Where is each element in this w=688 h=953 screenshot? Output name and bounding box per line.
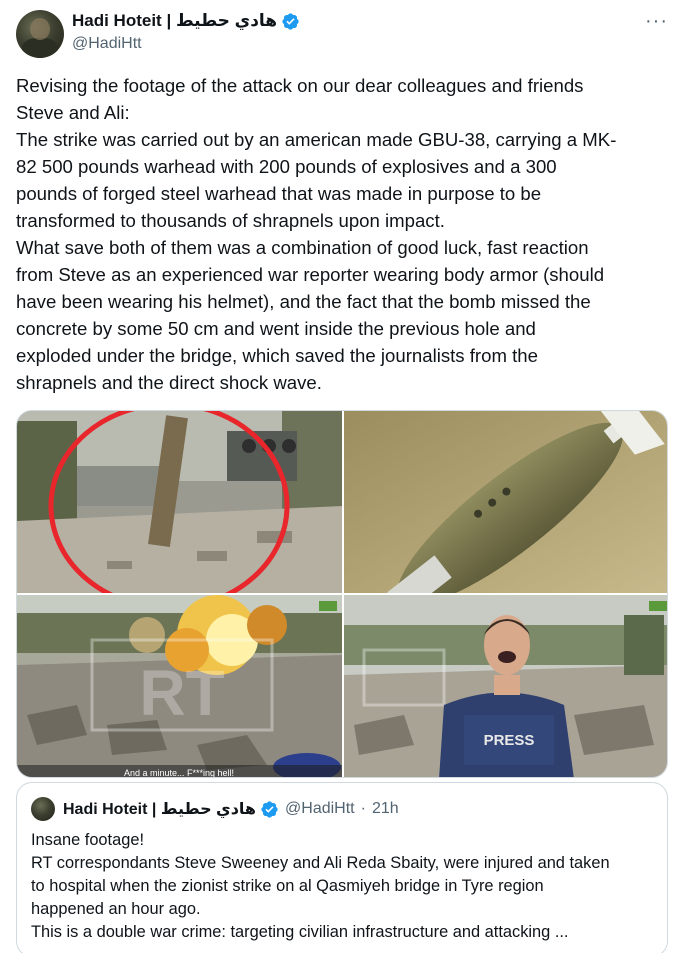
bomb-closeup-image [344,411,667,593]
quoted-separator: · [360,800,366,817]
tweet-header: Hadi Hoteit | هادي حطيط @HadiHtt ··· [16,10,672,60]
more-options-icon[interactable]: ··· [645,10,668,33]
verified-badge-icon [261,800,278,818]
tweet-text: Revising the footage of the attack on ou… [16,75,617,393]
quoted-tweet[interactable]: Hadi Hoteit | هادي حطيط @HadiHtt · 21h I… [16,782,668,953]
media-image-2[interactable] [344,411,667,593]
verified-badge-icon [282,12,299,30]
media-grid: RT And a minute... F***ing hell! PRESS [16,410,668,778]
quoted-author-display-name: Hadi Hoteit | هادي حطيط [63,801,257,818]
author-handle[interactable]: @HadiHtt [72,35,142,53]
quoted-tweet-text: Insane footage! RT correspondants Steve … [31,831,610,941]
quoted-author-handle: @HadiHtt [285,800,355,817]
video-caption: And a minute... F***ing hell! [124,768,234,778]
author-display-name[interactable]: Hadi Hoteit | هادي حطيط [72,11,277,31]
quoted-timestamp: 21h [371,800,399,817]
bomb-impact-image [17,411,342,593]
author-avatar[interactable] [16,10,64,58]
media-image-1[interactable] [17,411,342,593]
rt-watermark: RT [139,657,224,729]
press-vest-label: PRESS [484,732,535,749]
reporter-image: PRESS [344,595,667,777]
media-image-4[interactable]: PRESS [344,595,667,777]
quoted-tweet-header: Hadi Hoteit | هادي حطيط @HadiHtt · 21h [31,797,399,821]
quoted-author-avatar [31,797,55,821]
explosion-image: RT And a minute... F***ing hell! [17,595,342,778]
media-image-3[interactable]: RT And a minute... F***ing hell! [17,595,342,778]
author-name-row: Hadi Hoteit | هادي حطيط [72,11,300,31]
